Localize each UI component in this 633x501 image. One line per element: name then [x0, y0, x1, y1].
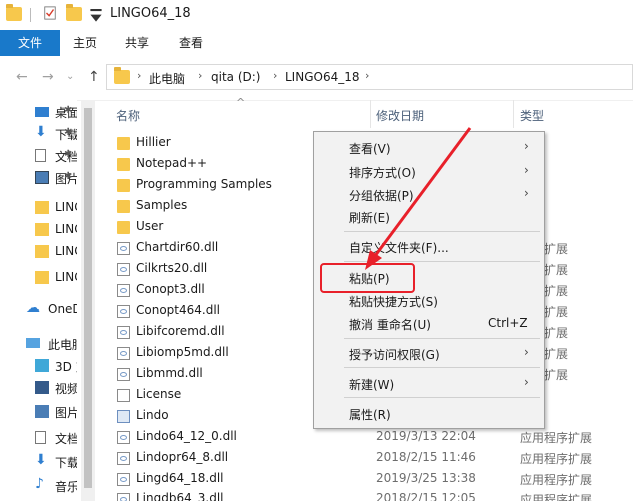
annotation-arrow-icon [365, 127, 472, 270]
